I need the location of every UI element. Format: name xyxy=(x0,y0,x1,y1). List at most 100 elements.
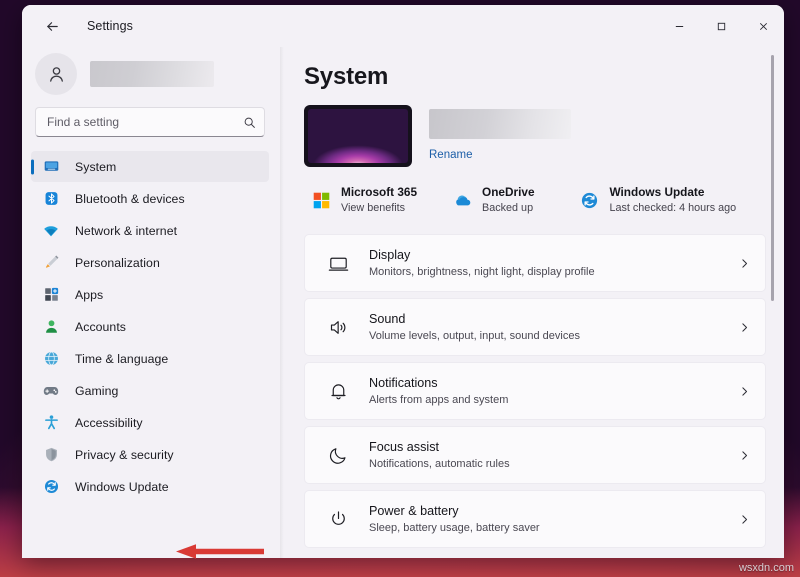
sidebar-item-time-language[interactable]: Time & language xyxy=(31,343,269,374)
app-title: Settings xyxy=(87,19,133,33)
quick-links-row: Microsoft 365 View benefits OneDrive Bac… xyxy=(304,181,766,219)
chevron-right-icon[interactable] xyxy=(738,449,751,462)
close-button[interactable] xyxy=(742,5,784,47)
sidebar-item-personalization[interactable]: Personalization xyxy=(31,247,269,278)
device-thumbnail-screen xyxy=(308,109,408,163)
accounts-person-icon xyxy=(40,318,62,335)
sidebar-item-privacy-security[interactable]: Privacy & security xyxy=(31,439,269,470)
maximize-button[interactable] xyxy=(700,5,742,47)
onedrive-cloud-icon xyxy=(451,189,473,211)
page-title: System xyxy=(304,47,766,105)
account-name-redacted xyxy=(90,61,214,87)
sidebar-item-label: Personalization xyxy=(75,256,160,270)
time-language-globe-icon xyxy=(40,350,62,367)
display-monitor-icon xyxy=(324,253,352,274)
quick-link-subtitle: Backed up xyxy=(482,201,534,216)
card-title: Focus assist xyxy=(369,438,738,456)
device-wallpaper-thumbnail xyxy=(304,105,412,167)
search-input-container[interactable] xyxy=(35,107,265,137)
privacy-shield-icon xyxy=(40,446,62,463)
account-row[interactable] xyxy=(31,47,269,107)
quick-link-title: OneDrive xyxy=(482,185,534,201)
accessibility-person-icon xyxy=(40,414,62,431)
watermark: wsxdn.com xyxy=(739,562,794,574)
person-avatar-icon xyxy=(35,53,77,95)
chevron-right-icon[interactable] xyxy=(738,513,751,526)
personalization-brush-icon xyxy=(40,254,62,271)
sidebar-item-label: System xyxy=(75,160,116,174)
power-battery-icon xyxy=(324,509,352,530)
search-icon xyxy=(243,116,256,129)
chevron-right-icon[interactable] xyxy=(738,257,751,270)
focus-assist-moon-icon xyxy=(324,445,352,466)
sidebar-item-gaming[interactable]: Gaming xyxy=(31,375,269,406)
card-title: Sound xyxy=(369,310,738,328)
setting-card-focus-assist[interactable]: Focus assist Notifications, automatic ru… xyxy=(304,426,766,484)
notifications-bell-icon xyxy=(324,381,352,402)
device-header: Rename xyxy=(304,105,766,167)
windows-update-refresh-icon xyxy=(579,189,601,211)
chevron-right-icon[interactable] xyxy=(738,385,751,398)
bluetooth-icon xyxy=(40,190,62,207)
content-scrollbar[interactable] xyxy=(776,51,779,554)
sidebar-item-windows-update[interactable]: Windows Update xyxy=(31,471,269,502)
minimize-button[interactable] xyxy=(658,5,700,47)
sidebar-item-label: Windows Update xyxy=(75,480,169,494)
system-monitor-icon xyxy=(40,158,62,175)
card-subtitle: Alerts from apps and system xyxy=(369,393,738,409)
red-left-arrow-annotation xyxy=(176,543,264,560)
sidebar-item-label: Accounts xyxy=(75,320,126,334)
quick-link-title: Microsoft 365 xyxy=(341,185,417,201)
quick-link-subtitle: Last checked: 4 hours ago xyxy=(610,201,737,216)
card-subtitle: Sleep, battery usage, battery saver xyxy=(369,521,738,537)
setting-card-display[interactable]: Display Monitors, brightness, night ligh… xyxy=(304,234,766,292)
quick-link-title: Windows Update xyxy=(610,185,737,201)
setting-card-power-battery[interactable]: Power & battery Sleep, battery usage, ba… xyxy=(304,490,766,548)
sidebar-item-accessibility[interactable]: Accessibility xyxy=(31,407,269,438)
card-subtitle: Monitors, brightness, night light, displ… xyxy=(369,265,738,281)
sidebar: System Bluetooth & devices xyxy=(22,47,278,558)
sidebar-item-label: Accessibility xyxy=(75,416,143,430)
device-meta: Rename xyxy=(429,105,571,163)
sidebar-item-label: Network & internet xyxy=(75,224,177,238)
network-wifi-icon xyxy=(40,222,62,240)
sidebar-item-label: Gaming xyxy=(75,384,118,398)
sidebar-item-label: Time & language xyxy=(75,352,168,366)
device-name-redacted xyxy=(429,109,571,139)
scrollbar-thumb[interactable] xyxy=(771,55,774,301)
card-subtitle: Volume levels, output, input, sound devi… xyxy=(369,329,738,345)
gaming-controller-icon xyxy=(40,382,62,400)
back-arrow-icon[interactable] xyxy=(35,10,69,42)
title-bar: Settings xyxy=(22,5,784,47)
chevron-right-icon[interactable] xyxy=(738,321,751,334)
search-input[interactable] xyxy=(47,115,243,129)
sidebar-item-label: Apps xyxy=(75,288,103,302)
sound-speaker-icon xyxy=(324,317,352,338)
content-left-edge xyxy=(280,47,284,558)
main-content: System Rename xyxy=(278,47,784,558)
quick-link-onedrive[interactable]: OneDrive Backed up xyxy=(445,181,540,219)
rename-link[interactable]: Rename xyxy=(429,149,472,161)
sidebar-item-system[interactable]: System xyxy=(31,151,269,182)
window-body: System Bluetooth & devices xyxy=(22,47,784,558)
quick-link-windows-update[interactable]: Windows Update Last checked: 4 hours ago xyxy=(573,181,743,219)
card-title: Notifications xyxy=(369,374,738,392)
quick-link-subtitle: View benefits xyxy=(341,201,417,216)
card-title: Power & battery xyxy=(369,502,738,520)
card-title: Display xyxy=(369,246,738,264)
microsoft-365-icon xyxy=(310,189,332,211)
sidebar-item-network-internet[interactable]: Network & internet xyxy=(31,215,269,246)
sidebar-item-bluetooth-devices[interactable]: Bluetooth & devices xyxy=(31,183,269,214)
apps-grid-icon xyxy=(40,286,62,303)
setting-card-sound[interactable]: Sound Volume levels, output, input, soun… xyxy=(304,298,766,356)
quick-link-microsoft-365[interactable]: Microsoft 365 View benefits xyxy=(304,181,423,219)
setting-card-notifications[interactable]: Notifications Alerts from apps and syste… xyxy=(304,362,766,420)
windows-update-refresh-icon xyxy=(40,478,62,495)
sidebar-item-label: Bluetooth & devices xyxy=(75,192,185,206)
card-subtitle: Notifications, automatic rules xyxy=(369,457,738,473)
sidebar-item-apps[interactable]: Apps xyxy=(31,279,269,310)
settings-window: Settings xyxy=(22,5,784,558)
sidebar-item-label: Privacy & security xyxy=(75,448,174,462)
caption-buttons xyxy=(658,5,784,47)
sidebar-item-accounts[interactable]: Accounts xyxy=(31,311,269,342)
